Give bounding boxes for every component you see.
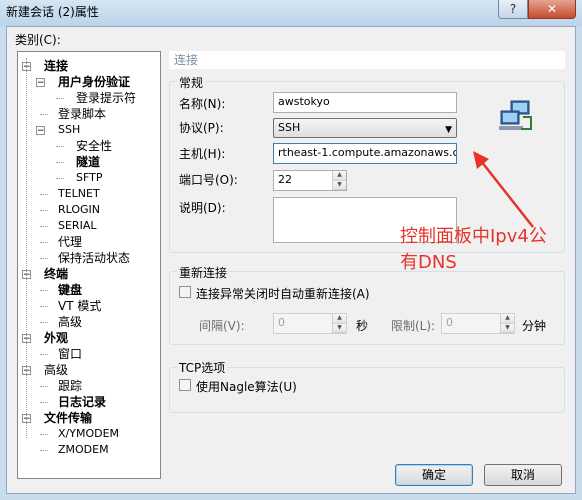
- tree-connector: [40, 226, 48, 227]
- tree-item[interactable]: 安全性: [76, 138, 112, 154]
- nagle-checkbox[interactable]: [179, 379, 191, 391]
- tree-connector: [40, 290, 48, 291]
- tree-item[interactable]: 隧道: [76, 154, 100, 170]
- close-button[interactable]: ✕: [528, 0, 576, 19]
- annotation-arrow-icon: [473, 151, 534, 228]
- tree-item[interactable]: 日志记录: [58, 394, 106, 410]
- tree-connector: [40, 434, 48, 435]
- interval-field: 0 ▲ ▼: [273, 313, 347, 334]
- protocol-select[interactable]: SSH ▼: [273, 118, 457, 138]
- port-label: 端口号(O):: [179, 173, 238, 187]
- cancel-button[interactable]: 取消: [484, 464, 562, 486]
- name-field[interactable]: awstokyo: [273, 92, 457, 113]
- tree-item[interactable]: SSH: [58, 122, 80, 138]
- tree-item[interactable]: 连接: [44, 58, 68, 74]
- ok-button[interactable]: 确定: [395, 464, 473, 486]
- section-title: 连接: [169, 51, 565, 69]
- tree-item[interactable]: 窗口: [58, 346, 82, 362]
- tree-item[interactable]: TELNET: [58, 186, 100, 202]
- limit-label: 限制(L):: [391, 319, 436, 333]
- tree-toggle-icon[interactable]: −: [36, 126, 45, 136]
- tree-item[interactable]: 代理: [58, 234, 82, 250]
- interval-unit: 秒: [356, 319, 369, 333]
- limit-spinner: ▲ ▼: [500, 314, 514, 333]
- chevron-down-icon: ▼: [445, 125, 452, 135]
- reconnect-legend: 重新连接: [177, 264, 230, 281]
- port-value: 22: [278, 173, 292, 186]
- tree-item[interactable]: X/YMODEM: [58, 426, 119, 442]
- tree-item[interactable]: 保持活动状态: [58, 250, 130, 266]
- category-label: 类别(C):: [15, 33, 61, 47]
- tree-item[interactable]: 高级: [44, 362, 68, 378]
- limit-value: 0: [446, 316, 453, 329]
- tree-item[interactable]: 外观: [44, 330, 68, 346]
- annotation-line2: 有DNS: [400, 252, 457, 273]
- tree-connector: [40, 402, 48, 403]
- tree-connector: [40, 194, 48, 195]
- auto-reconnect-label: 连接异常关闭时自动重新连接(A): [196, 287, 370, 301]
- host-field[interactable]: rtheast-1.compute.amazonaws.com: [273, 143, 457, 164]
- tree-item[interactable]: 终端: [44, 266, 68, 282]
- tree-item[interactable]: SERIAL: [58, 218, 96, 234]
- tree-item[interactable]: VT 模式: [58, 298, 101, 314]
- tree-connector: [40, 114, 48, 115]
- tree-item[interactable]: 登录提示符: [76, 90, 136, 106]
- tree-connector: [40, 242, 48, 243]
- tree-item[interactable]: 用户身份验证: [58, 74, 130, 90]
- tree-item[interactable]: RLOGIN: [58, 202, 100, 218]
- general-legend: 常规: [177, 74, 206, 91]
- auto-reconnect-checkbox[interactable]: [179, 286, 191, 298]
- tree-connector: [56, 146, 64, 147]
- limit-unit: 分钟: [522, 319, 547, 333]
- port-spinner[interactable]: ▲ ▼: [332, 171, 346, 190]
- tree-connector: [40, 354, 48, 355]
- tree-connector: [56, 178, 64, 179]
- tree-toggle-icon[interactable]: −: [36, 78, 45, 88]
- tree-item[interactable]: 键盘: [58, 282, 82, 298]
- desc-label: 说明(D):: [179, 201, 226, 215]
- port-field[interactable]: 22 ▲ ▼: [273, 170, 347, 191]
- title-bar: 新建会话 (2)属性 ? ✕: [0, 0, 582, 26]
- help-button[interactable]: ?: [498, 0, 528, 19]
- tree-connector: [40, 306, 48, 307]
- tree-item[interactable]: ZMODEM: [58, 442, 109, 458]
- category-tree[interactable]: − 连接 − 用户身份验证 登录提示符 登录脚本 − SSH 安全性 隧道 SFTP TELNET RL…: [17, 51, 161, 479]
- tree-item[interactable]: 登录脚本: [58, 106, 106, 122]
- tree-connector: [40, 322, 48, 323]
- interval-value: 0: [278, 316, 285, 329]
- annotation-line1: 控制面板中Ipv4公: [400, 226, 547, 247]
- tree-connector: [56, 162, 64, 163]
- tree-connector: [26, 58, 27, 438]
- window-title: 新建会话 (2)属性: [6, 5, 99, 19]
- dialog-body: 类别(C): − 连接 − 用户身份验证 登录提示符 登录脚本 − SSH 安全性 隧道 SFTP T…: [6, 26, 576, 494]
- limit-field: 0 ▲ ▼: [441, 313, 515, 334]
- tree-connector: [40, 386, 48, 387]
- tree-item[interactable]: 跟踪: [58, 378, 82, 394]
- tree-item[interactable]: SFTP: [76, 170, 102, 186]
- host-label: 主机(H):: [179, 147, 226, 161]
- interval-label: 间隔(V):: [199, 319, 245, 333]
- tree-item[interactable]: 高级: [58, 314, 82, 330]
- network-computers-icon: [499, 100, 532, 130]
- tree-item[interactable]: 文件传输: [44, 410, 92, 426]
- name-label: 名称(N):: [179, 97, 226, 111]
- nagle-label: 使用Nagle算法(U): [196, 380, 297, 394]
- interval-spinner: ▲ ▼: [332, 314, 346, 333]
- tree-connector: [40, 450, 48, 451]
- protocol-value: SSH: [278, 121, 301, 134]
- tree-connector: [40, 258, 48, 259]
- tree-connector: [56, 98, 64, 99]
- protocol-label: 协议(P):: [179, 121, 224, 135]
- tree-connector: [40, 210, 48, 211]
- tcp-legend: TCP选项: [177, 359, 228, 376]
